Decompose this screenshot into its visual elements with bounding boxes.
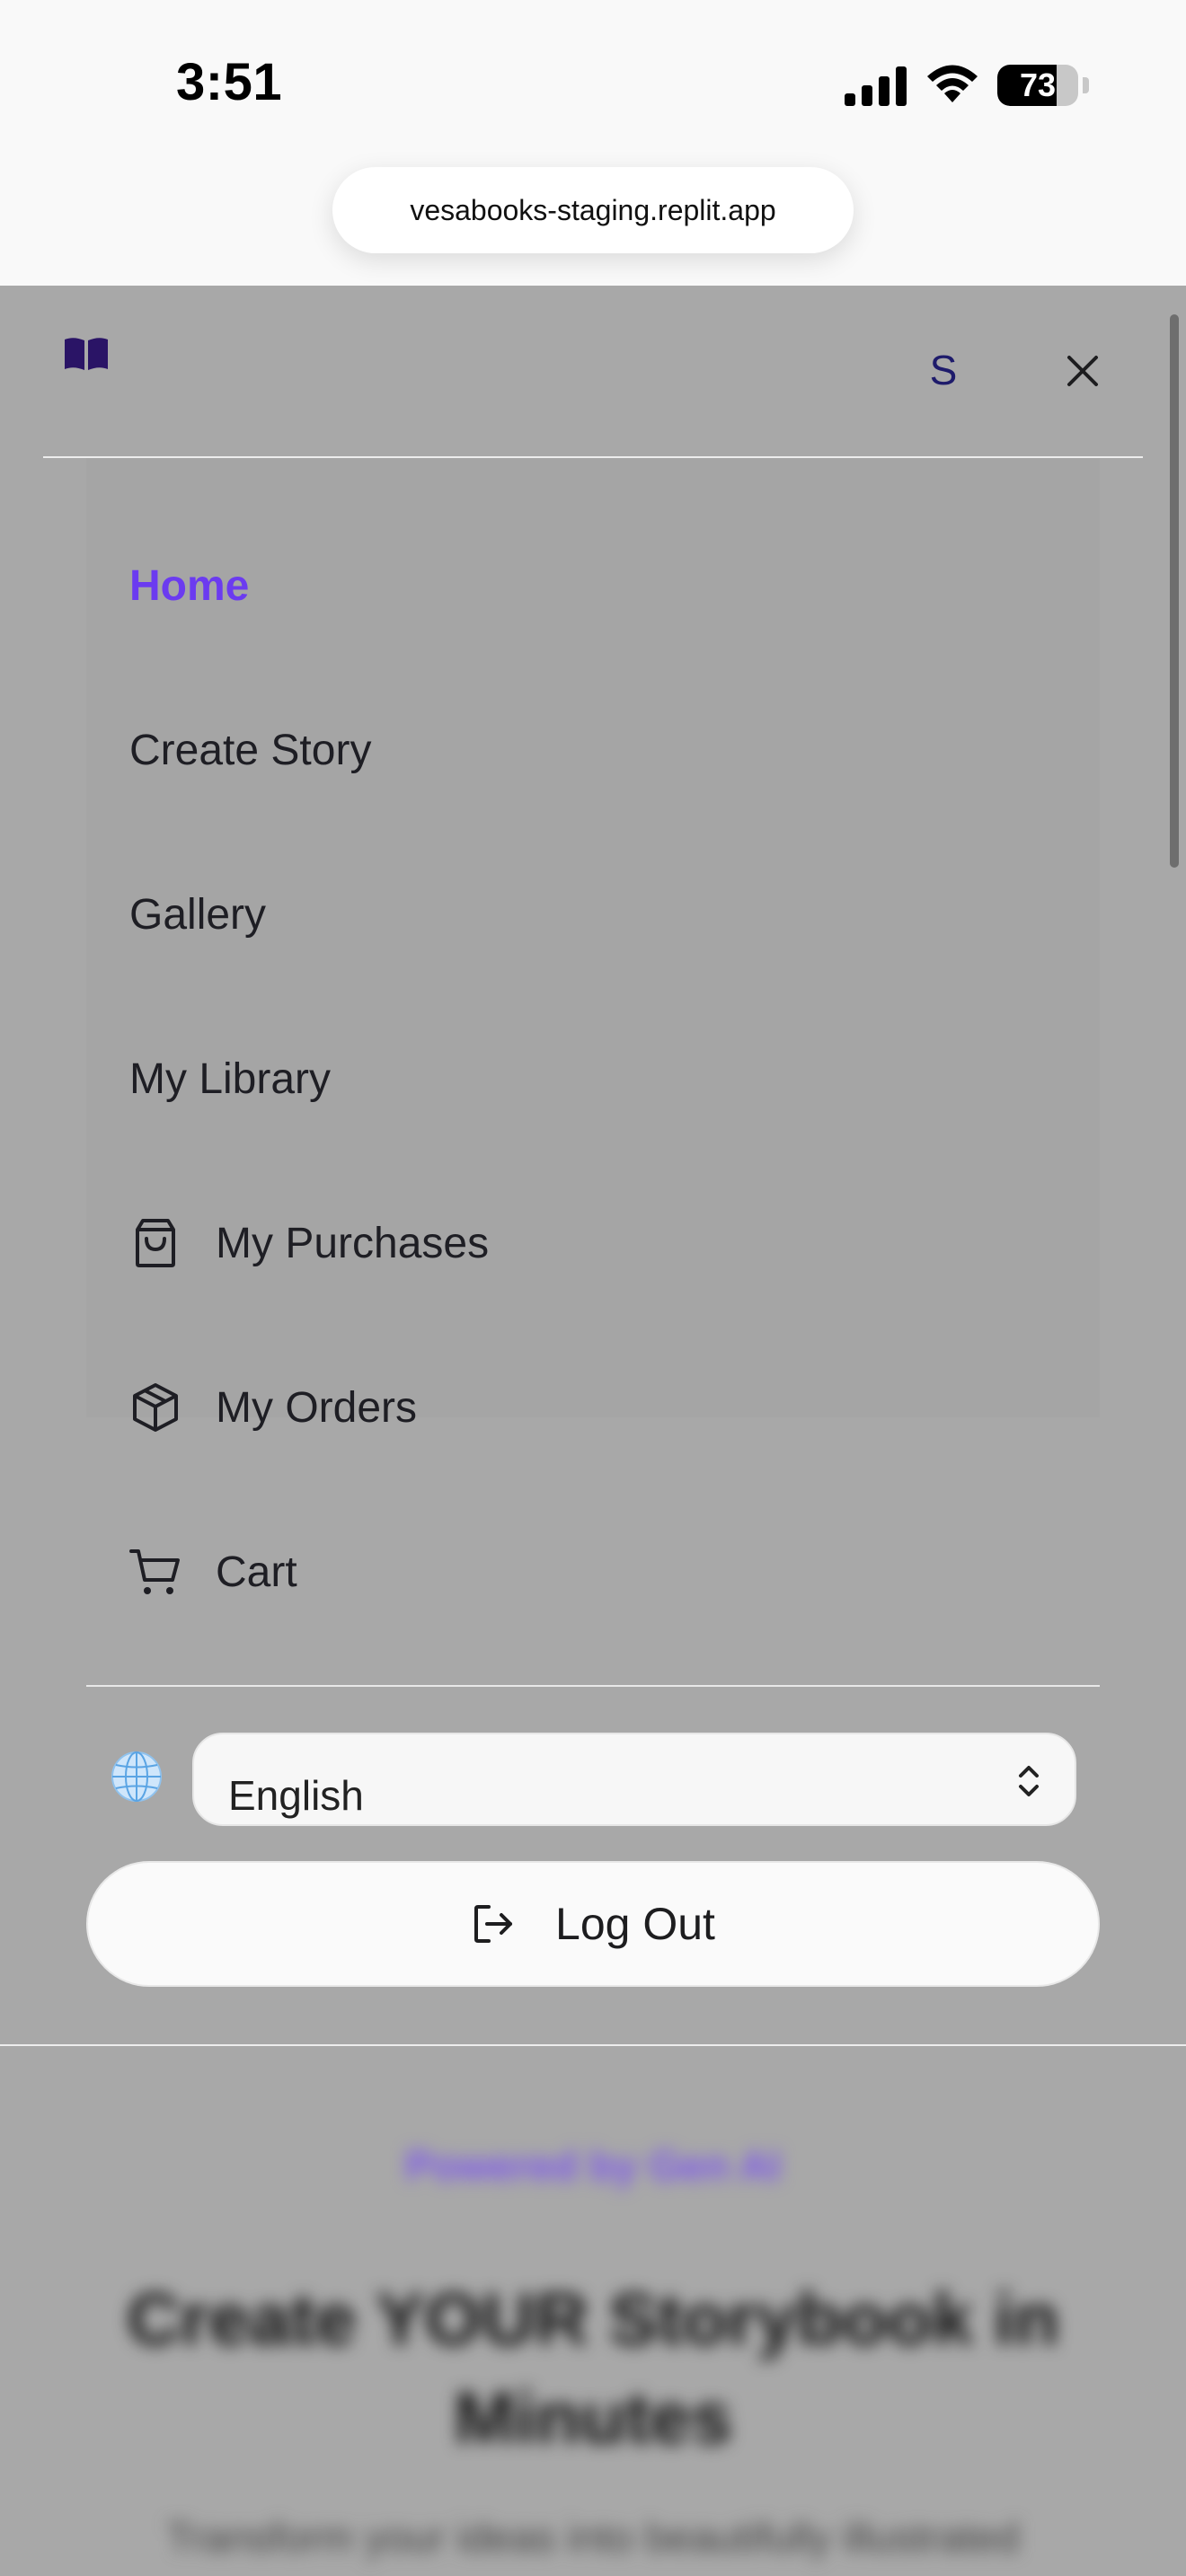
logout-icon [474,1905,513,1943]
menu-bottom-divider [0,2044,1186,2046]
nav-item-label: Create Story [129,726,372,774]
shopping-bag-icon [136,1219,175,1267]
hero-tagline: Powered by Gen AI [405,2142,781,2189]
cart-icon [129,1549,180,1594]
nav-item-label: Cart [216,1548,297,1596]
logout-button[interactable]: Log Out [86,1861,1100,1987]
nav-item-label: My Library [129,1054,332,1103]
open-book-logo-icon[interactable] [63,336,110,372]
nav-item-my-library[interactable]: My Library [129,1038,331,1119]
status-time: 3:51 [176,53,283,111]
close-icon[interactable] [1064,352,1102,390]
wifi-icon [927,65,978,102]
user-avatar[interactable]: S [925,341,961,399]
scrollbar[interactable] [1170,314,1179,868]
logout-label: Log Out [555,1899,715,1949]
menu-divider [86,1685,1100,1687]
nav-item-create-story[interactable]: Create Story [129,710,371,790]
globe-icon [111,1751,162,1802]
battery-icon: 73 [997,65,1096,108]
nav-item-label: My Orders [216,1383,418,1432]
nav-item-gallery[interactable]: Gallery [129,874,266,955]
package-icon [133,1383,178,1432]
nav-item-label: Home [129,561,250,610]
hero-subtitle: Transform your ideas into beautifully il… [166,2514,1020,2561]
address-bar[interactable]: vesabooks-staging.replit.app [332,167,854,253]
hero-title: Create YOUR Storybook in Minutes [127,2279,1059,2459]
chevron-up-down-icon [1019,1766,1039,1796]
address-url: vesabooks-staging.replit.app [410,193,776,226]
nav-item-home[interactable]: Home [129,545,249,626]
nav-item-label: My Purchases [216,1219,490,1267]
nav-item-my-orders[interactable]: My Orders [129,1367,417,1448]
nav-item-my-purchases[interactable]: My Purchases [129,1203,489,1284]
nav-item-cart[interactable]: Cart [129,1531,297,1612]
page-viewport: S Home Create Story Gallery My Library M… [0,286,1186,2576]
language-selected-value: English [228,1772,364,1819]
status-bar: 3:51 73 [0,0,1186,162]
language-select[interactable]: English [192,1733,1076,1826]
battery-percent: 73 [1019,66,1057,103]
nav-item-label: Gallery [129,890,267,939]
cellular-signal-icon [845,66,907,106]
